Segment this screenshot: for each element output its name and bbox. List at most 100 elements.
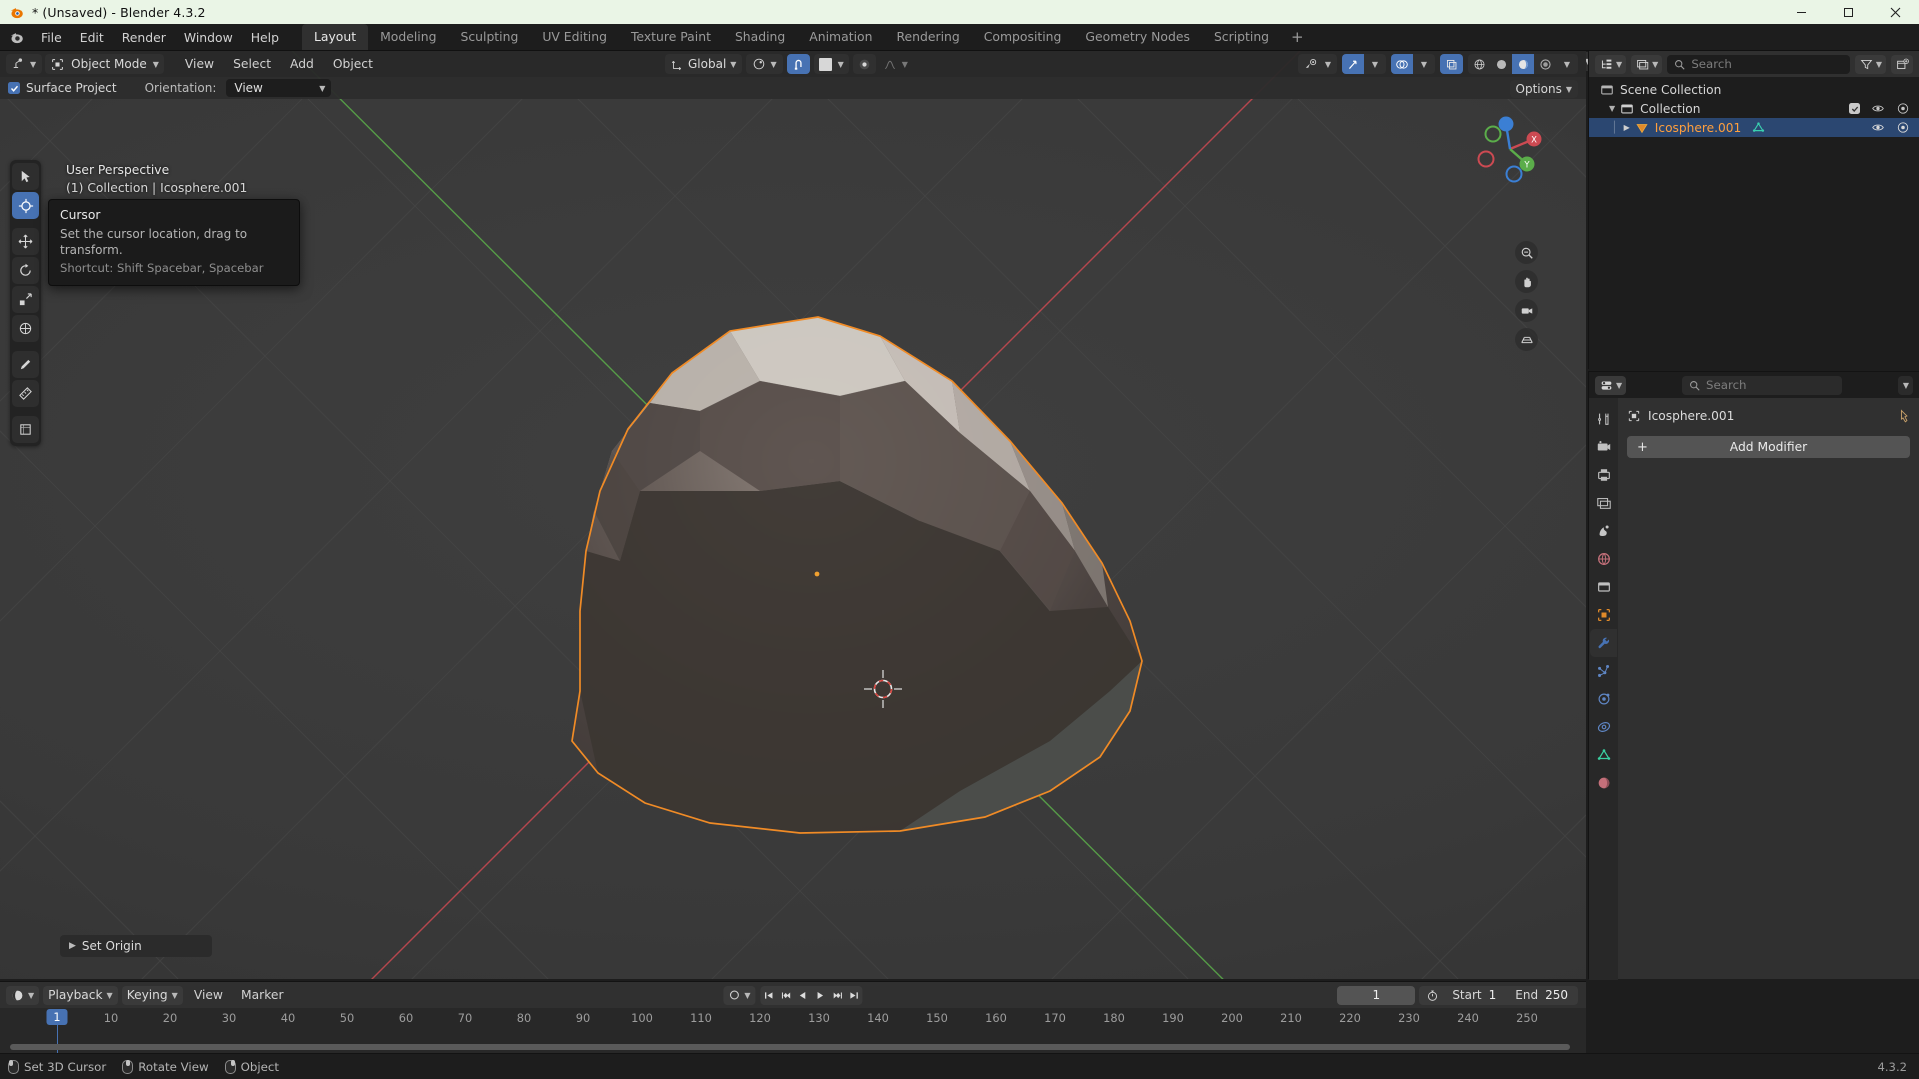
properties-tab-collection[interactable] — [1590, 573, 1617, 601]
outliner-new-collection-button[interactable] — [1891, 54, 1913, 74]
workspace-tab-scripting[interactable]: Scripting — [1202, 24, 1281, 50]
workspace-tab-shading[interactable]: Shading — [723, 24, 797, 50]
transform-orientation-selector[interactable]: Global ▼ — [665, 54, 743, 74]
outliner-row-collection[interactable]: ▼ Collection — [1589, 99, 1919, 118]
play-button[interactable] — [812, 986, 829, 1005]
visibility-selector[interactable]: ▼ — [1297, 54, 1337, 74]
shading-wireframe-button[interactable] — [1468, 54, 1490, 74]
workspace-tab-layout[interactable]: Layout — [301, 24, 369, 50]
timeline-horizontal-scrollbar[interactable] — [0, 1043, 1586, 1051]
close-button[interactable] — [1872, 0, 1919, 24]
workspace-tab-uv-editing[interactable]: UV Editing — [530, 24, 619, 50]
snap-options-selector[interactable]: ▼ — [813, 54, 849, 74]
viewport-menu-object[interactable]: Object — [325, 54, 381, 74]
maximize-button[interactable] — [1825, 0, 1872, 24]
workspace-tab-rendering[interactable]: Rendering — [884, 24, 971, 50]
snap-toggle-button[interactable] — [786, 54, 810, 74]
properties-tab-modifier[interactable] — [1590, 629, 1617, 657]
properties-tab-particles[interactable] — [1590, 657, 1617, 685]
current-frame-field[interactable]: 1 — [1337, 985, 1416, 1005]
timeline-keying-menu[interactable]: Keying ▼ — [121, 985, 183, 1005]
menu-render[interactable]: Render — [113, 26, 175, 49]
workspace-tab-animation[interactable]: Animation — [797, 24, 884, 50]
viewport-3d[interactable]: ▼ Object Mode ▼ View Select Add Object G… — [0, 51, 1586, 979]
properties-options-dropdown[interactable]: ▼ — [1897, 375, 1913, 395]
outliner-filter-button[interactable]: ▼ — [1854, 54, 1886, 74]
gizmo-options-dropdown[interactable]: ▼ — [1364, 54, 1386, 74]
show-gizmo-button[interactable] — [1342, 54, 1364, 74]
outliner-display-mode-selector[interactable]: ▼ — [1631, 54, 1663, 74]
tool-cursor[interactable] — [12, 192, 39, 219]
tool-measure[interactable] — [12, 380, 39, 407]
timeline-marker-menu[interactable]: Marker — [234, 985, 291, 1005]
minimize-button[interactable] — [1778, 0, 1825, 24]
shading-rendered-button[interactable] — [1534, 54, 1556, 74]
properties-tab-view-layer[interactable] — [1590, 489, 1617, 517]
properties-tab-scene[interactable] — [1590, 517, 1617, 545]
auto-keying-toggle[interactable]: ▼ — [723, 985, 756, 1005]
timeline-editor-type-icon[interactable]: ▼ — [6, 985, 40, 1005]
menu-edit[interactable]: Edit — [71, 26, 113, 49]
tool-add-cube[interactable] — [12, 416, 39, 443]
mesh-data-icon[interactable] — [1751, 121, 1766, 135]
add-modifier-button[interactable]: + Add Modifier — [1627, 436, 1910, 458]
timeline-playhead[interactable]: 1 — [46, 1009, 68, 1025]
properties-tab-material[interactable] — [1590, 769, 1617, 797]
xray-toggle-button[interactable] — [1440, 54, 1463, 74]
add-workspace-button[interactable]: + — [1281, 26, 1314, 48]
editor-type-selector[interactable]: ▼ — [6, 54, 43, 74]
menu-window[interactable]: Window — [175, 26, 242, 49]
outliner-row-scene-collection[interactable]: Scene Collection — [1589, 80, 1919, 99]
orientation-dropdown[interactable]: View ▼ — [226, 79, 332, 97]
zoom-icon[interactable] — [1515, 241, 1538, 264]
timeline-ruler[interactable]: 1 10 20 30 40 50 60 70 80 90 100 110 120… — [0, 1008, 1586, 1055]
tool-scale[interactable] — [12, 286, 39, 313]
shading-material-preview-button[interactable] — [1512, 54, 1534, 74]
navigation-axis-gizmo[interactable]: X Y — [1472, 111, 1548, 187]
proportional-editing-toggle[interactable] — [852, 54, 876, 74]
proportional-falloff-selector[interactable]: ▼ — [880, 54, 911, 74]
menu-help[interactable]: Help — [242, 26, 288, 49]
viewport-options-button[interactable]: Options ▼ — [1509, 80, 1578, 98]
blender-menu-icon[interactable] — [0, 30, 32, 45]
overlay-options-dropdown[interactable]: ▼ — [1413, 54, 1435, 74]
tool-transform[interactable] — [12, 315, 39, 342]
collection-exclude-checkbox[interactable] — [1849, 103, 1860, 114]
start-frame-value[interactable]: 1 — [1489, 988, 1507, 1002]
workspace-tab-sculpting[interactable]: Sculpting — [448, 24, 530, 50]
jump-to-start-button[interactable] — [761, 986, 778, 1005]
show-overlays-button[interactable] — [1391, 54, 1413, 74]
outliner-row-icosphere[interactable]: │ ▶ Icosphere.001 — [1589, 118, 1919, 137]
tool-move[interactable] — [12, 228, 39, 255]
timeline-playback-menu[interactable]: Playback ▼ — [43, 985, 118, 1005]
workspace-tab-compositing[interactable]: Compositing — [972, 24, 1074, 50]
disclosure-chevron-down-icon[interactable]: ▼ — [1609, 104, 1615, 113]
toggle-orthographic-icon[interactable] — [1515, 328, 1538, 351]
surface-project-checkbox[interactable]: Surface Project — [8, 81, 117, 95]
eye-icon[interactable] — [1871, 102, 1885, 115]
workspace-tab-modeling[interactable]: Modeling — [368, 24, 448, 50]
outliner-editor[interactable]: ▼ ▼ Search ▼ Scene Collection ▼ Collecti… — [1588, 51, 1919, 369]
timeline-editor[interactable]: ▼ Playback ▼ Keying ▼ View Marker ▼ 1 St… — [0, 981, 1586, 1055]
jump-to-end-button[interactable] — [846, 986, 863, 1005]
outliner-search-input[interactable]: Search — [1667, 54, 1850, 74]
camera-render-icon[interactable] — [1896, 121, 1910, 134]
workspace-tab-texture-paint[interactable]: Texture Paint — [619, 24, 723, 50]
menu-file[interactable]: File — [32, 26, 71, 49]
properties-tab-output[interactable] — [1590, 461, 1617, 489]
viewport-menu-select[interactable]: Select — [225, 54, 279, 74]
properties-tab-object-data[interactable] — [1590, 741, 1617, 769]
jump-to-next-keyframe-button[interactable] — [829, 986, 846, 1005]
camera-render-icon[interactable] — [1896, 102, 1910, 115]
properties-editor[interactable]: ▼ Search ▼ Icosphere.001 + Add Modifier — [1588, 371, 1919, 980]
pivot-point-selector[interactable]: ▼ — [746, 54, 783, 74]
workspace-tab-geometry-nodes[interactable]: Geometry Nodes — [1073, 24, 1202, 50]
scrollbar-thumb[interactable] — [10, 1044, 1570, 1050]
properties-search-input[interactable]: Search — [1682, 375, 1842, 395]
play-reverse-button[interactable] — [795, 986, 812, 1005]
shading-solid-button[interactable] — [1490, 54, 1512, 74]
tool-annotate[interactable] — [12, 351, 39, 378]
pin-id-icon[interactable] — [1896, 409, 1910, 423]
properties-editor-type-icon[interactable]: ▼ — [1595, 375, 1627, 395]
properties-tab-constraints[interactable] — [1590, 713, 1617, 741]
